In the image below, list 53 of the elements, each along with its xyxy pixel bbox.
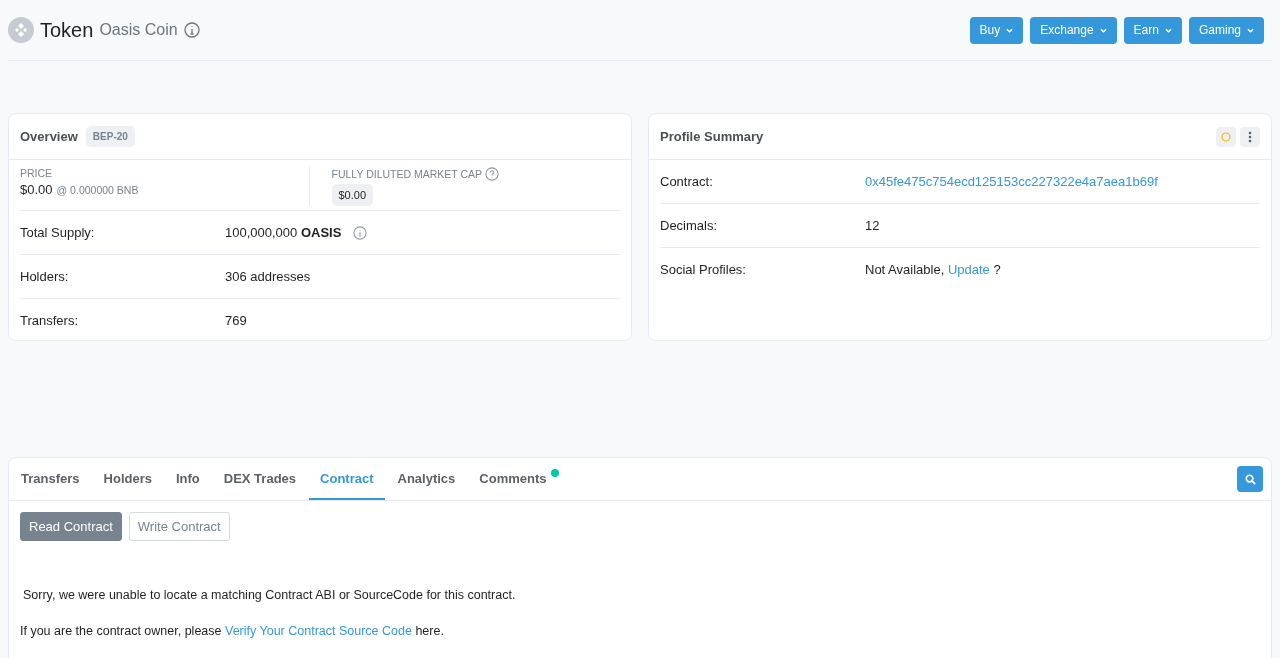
- more-options-button[interactable]: [1240, 126, 1260, 147]
- tab[interactable]: Holders: [92, 458, 163, 500]
- more-icon: [1248, 130, 1252, 143]
- search-button[interactable]: [1237, 466, 1263, 492]
- circle-icon: [1221, 131, 1231, 142]
- tab[interactable]: Transfers: [10, 458, 91, 500]
- card-title: Overview: [20, 129, 78, 144]
- field-value: 100,000,000 OASIS: [225, 225, 342, 240]
- caret-icon: [1099, 27, 1107, 33]
- price-label: PRICE: [20, 167, 54, 179]
- error-message: Sorry, we were unable to locate a matching Contract ABI or SourceCode for this contract.: [23, 588, 517, 602]
- field-value: Not Available,: [865, 262, 945, 277]
- menu-button[interactable]: Gaming: [1188, 16, 1264, 44]
- field-value: 12: [865, 218, 880, 233]
- token-logo-icon: [8, 17, 34, 43]
- tab[interactable]: DEX Trades: [212, 458, 308, 500]
- help-icon: [485, 167, 500, 181]
- help-mark: ?: [993, 262, 1001, 277]
- field-value: 306 addresses: [225, 269, 311, 284]
- tab[interactable]: Comments: [468, 458, 558, 500]
- tab[interactable]: Analytics: [386, 458, 467, 500]
- caret-icon: [1164, 27, 1172, 33]
- token-standard-badge: BEP-20: [85, 126, 135, 147]
- contract-address-link[interactable]: 0x45fe475c754ecd125153cc227322e4a7aea1b69f: [865, 174, 1158, 189]
- field-label: Total Supply:: [20, 225, 96, 240]
- caret-icon: [1006, 27, 1014, 33]
- verify-link[interactable]: Verify Your Contract Source Code: [225, 624, 412, 638]
- field-value: 769: [225, 313, 247, 328]
- contract-tab-button[interactable]: Write Contract: [128, 512, 230, 541]
- update-link[interactable]: Update: [947, 262, 990, 277]
- contract-tab-button[interactable]: Read Contract: [20, 512, 122, 541]
- info-icon: [353, 225, 368, 240]
- menu-button[interactable]: Exchange: [1030, 16, 1117, 44]
- caret-icon: [1247, 27, 1254, 33]
- price-bnb: @ 0.000000 BNB: [56, 184, 139, 196]
- field-label: Social Profiles:: [660, 262, 747, 277]
- field-label: Transfers:: [20, 313, 80, 328]
- page-title: Token: [40, 18, 94, 42]
- price-value: $0.00: [20, 182, 53, 197]
- tab[interactable]: Contract: [309, 458, 385, 500]
- field-label: Contract:: [660, 174, 714, 189]
- menu-button[interactable]: Buy: [969, 16, 1024, 44]
- token-name: Oasis Coin: [99, 21, 178, 39]
- menu-button[interactable]: Earn: [1123, 16, 1182, 44]
- tab[interactable]: Info: [164, 458, 211, 500]
- info-icon: [183, 22, 200, 38]
- card-title: Profile Summary: [660, 129, 764, 144]
- market-cap-value: $0.00: [331, 184, 374, 206]
- market-cap-label: FULLY DILUTED MARKET CAP: [331, 168, 483, 180]
- field-label: Holders:: [20, 269, 70, 284]
- field-label: Decimals:: [660, 218, 719, 233]
- search-icon: [1244, 473, 1256, 485]
- owner-note: If you are the contract owner, please Verify Your Contract Source Code here.: [20, 624, 445, 638]
